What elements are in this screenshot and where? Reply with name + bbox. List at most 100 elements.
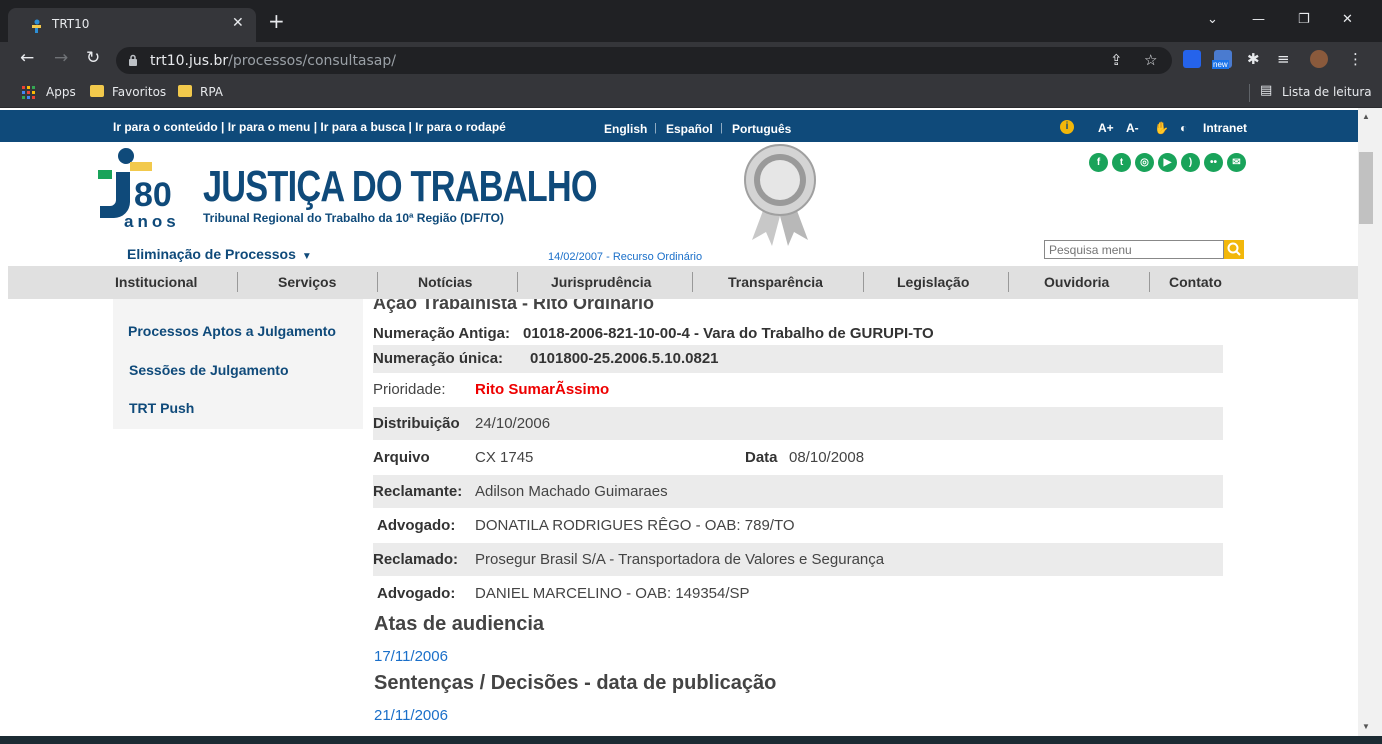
atas-heading: Atas de audiencia: [374, 613, 545, 635]
advogado-label: Advogado:: [377, 517, 456, 534]
advogado-value: DONATILA RODRIGUES RÊGO - OAB: 789/TO: [475, 517, 795, 534]
nav-separator: [692, 272, 693, 292]
numeracao-antiga-label: Numeração Antiga:: [373, 325, 510, 342]
nav-separator: [863, 272, 864, 292]
share-icon[interactable]: ⇪: [1110, 51, 1123, 69]
tab-search-icon[interactable]: ⌄: [1207, 12, 1218, 27]
media-control-icon[interactable]: ≡: [1277, 50, 1290, 68]
numeracao-unica-label: Numeração única:: [373, 350, 504, 367]
intranet-link[interactable]: Intranet: [1203, 121, 1247, 135]
url-text: trt10.jus.br/processos/consultasap/: [150, 53, 396, 69]
browser-tab[interactable]: TRT10 ✕: [8, 8, 256, 42]
scroll-thumb[interactable]: [1359, 152, 1373, 224]
bookmark-apps[interactable]: Apps: [46, 85, 76, 99]
prioridade-label: Prioridade:: [373, 381, 446, 398]
chrome-menu-icon[interactable]: ⋮: [1348, 50, 1363, 68]
sign-language-icon[interactable]: ✋: [1154, 121, 1169, 135]
row-numeracao-unica: Numeração única: 0101800-25.2006.5.10.08…: [373, 345, 1223, 373]
rss-icon[interactable]: ): [1181, 153, 1200, 172]
bookmark-star-icon[interactable]: ☆: [1144, 51, 1157, 69]
browser-tabbar: TRT10 ✕ + ⌄ — ❐ ✕: [0, 0, 1382, 42]
browser-toolbar: ← → ↻ trt10.jus.br/processos/consultasap…: [0, 42, 1382, 78]
sidebar-item-processos-aptos[interactable]: Processos Aptos a Julgamento: [128, 323, 336, 339]
contrast-icon[interactable]: ◐: [1180, 121, 1187, 135]
nav-ouvidoria[interactable]: Ouvidoria: [1044, 274, 1109, 290]
email-icon[interactable]: ✉: [1227, 153, 1246, 172]
site-title: JUSTIÇA DO TRABALHO: [203, 162, 598, 211]
advogado-label: Advogado:: [377, 585, 456, 602]
instagram-icon[interactable]: ◎: [1135, 153, 1154, 172]
folder-icon: [90, 85, 104, 97]
ata-date-link[interactable]: 17/11/2006: [374, 648, 448, 665]
lang-separator: |: [720, 122, 723, 134]
numeracao-antiga-value: 01018-2006-821-10-00-4 - Vara do Trabalh…: [523, 325, 934, 342]
nav-transparencia[interactable]: Transparência: [728, 274, 823, 290]
reclamado-value: Prosegur Brasil S/A - Transportadora de …: [475, 551, 885, 568]
logo-number: 80: [134, 176, 172, 214]
scroll-up-icon[interactable]: ▲: [1362, 112, 1370, 121]
lang-portugues[interactable]: Português: [732, 122, 791, 136]
row-reclamado: Reclamado: Prosegur Brasil S/A - Transpo…: [373, 543, 1223, 576]
bookmarks-bar: Apps Favoritos RPA ▤ Lista de leitura: [0, 78, 1382, 108]
arquivo-value: CX 1745: [475, 449, 534, 466]
numeracao-unica-value: 0101800-25.2006.5.10.0821: [530, 350, 719, 367]
extension-badge: new: [1212, 60, 1229, 69]
bookmark-favoritos[interactable]: Favoritos: [112, 85, 166, 99]
new-extension-icon[interactable]: new: [1212, 50, 1232, 69]
distribuicao-value: 24/10/2006: [475, 415, 551, 432]
nav-noticias[interactable]: Notícias: [418, 274, 472, 290]
back-icon[interactable]: ←: [20, 48, 34, 68]
elimination-dropdown[interactable]: Eliminação de Processos ▼: [127, 246, 312, 262]
search-button[interactable]: [1224, 240, 1244, 259]
trt-80-anos-logo[interactable]: 80 anos: [96, 146, 191, 231]
lang-espanol[interactable]: Español: [666, 122, 713, 136]
flickr-icon[interactable]: ••: [1204, 153, 1223, 172]
nav-legislacao[interactable]: Legislação: [897, 274, 969, 290]
skip-links[interactable]: Ir para o conteúdo | Ir para o menu | Ir…: [113, 120, 506, 134]
prioridade-value: Rito SumarÃssimo: [475, 381, 610, 398]
scroll-down-icon[interactable]: ▼: [1362, 722, 1370, 731]
nav-separator: [1149, 272, 1150, 292]
forward-icon[interactable]: →: [54, 48, 68, 68]
close-window-icon[interactable]: ✕: [1342, 12, 1353, 27]
profile-avatar[interactable]: [1310, 50, 1328, 68]
search-icon: [1227, 242, 1241, 256]
uipath-extension-icon[interactable]: [1183, 50, 1201, 68]
sidebar-item-trt-push[interactable]: TRT Push: [129, 400, 194, 416]
arquivo-label: Arquivo: [373, 449, 430, 466]
sidebar-item-sessoes[interactable]: Sessões de Julgamento: [129, 362, 289, 378]
nav-jurisprudencia[interactable]: Jurisprudência: [551, 274, 651, 290]
extensions-puzzle-icon[interactable]: ✱: [1247, 50, 1260, 68]
page-scrollbar[interactable]: ▲ ▼: [1358, 108, 1382, 744]
facebook-icon[interactable]: f: [1089, 153, 1108, 172]
nav-servicos[interactable]: Serviços: [278, 274, 336, 290]
restore-icon[interactable]: ❐: [1298, 12, 1310, 27]
bookmark-rpa[interactable]: RPA: [200, 85, 223, 99]
nav-separator: [517, 272, 518, 292]
nav-institucional[interactable]: Institucional: [115, 274, 197, 290]
data-label: Data: [745, 449, 778, 466]
lang-english[interactable]: English: [604, 122, 647, 136]
youtube-icon[interactable]: ▶: [1158, 153, 1177, 172]
breadcrumb-date-link[interactable]: 14/02/2007 - Recurso Ordinário: [548, 251, 702, 263]
reading-list-button[interactable]: Lista de leitura: [1282, 85, 1372, 99]
nav-contato[interactable]: Contato: [1169, 274, 1222, 290]
font-increase-button[interactable]: A+: [1098, 121, 1114, 135]
logo-anos: anos: [124, 212, 180, 231]
os-taskbar: [0, 736, 1382, 744]
tab-close-icon[interactable]: ✕: [232, 15, 244, 31]
bookmarks-divider: [1249, 84, 1250, 102]
info-icon[interactable]: i: [1060, 120, 1074, 134]
minimize-icon[interactable]: —: [1252, 12, 1265, 27]
address-bar[interactable]: trt10.jus.br/processos/consultasap/ ⇪ ☆: [116, 47, 1172, 74]
new-tab-icon[interactable]: +: [268, 11, 285, 31]
lock-icon: [129, 54, 137, 66]
reload-icon[interactable]: ↻: [86, 48, 100, 68]
reclamante-value: Adilson Machado Guimaraes: [475, 483, 668, 500]
menu-search-input[interactable]: [1044, 240, 1224, 259]
twitter-icon[interactable]: t: [1112, 153, 1131, 172]
reading-list-icon: ▤: [1260, 83, 1273, 98]
sentenca-date-link[interactable]: 21/11/2006: [374, 707, 448, 724]
font-decrease-button[interactable]: A-: [1126, 121, 1139, 135]
row-reclamante: Reclamante: Adilson Machado Guimaraes: [373, 475, 1223, 508]
